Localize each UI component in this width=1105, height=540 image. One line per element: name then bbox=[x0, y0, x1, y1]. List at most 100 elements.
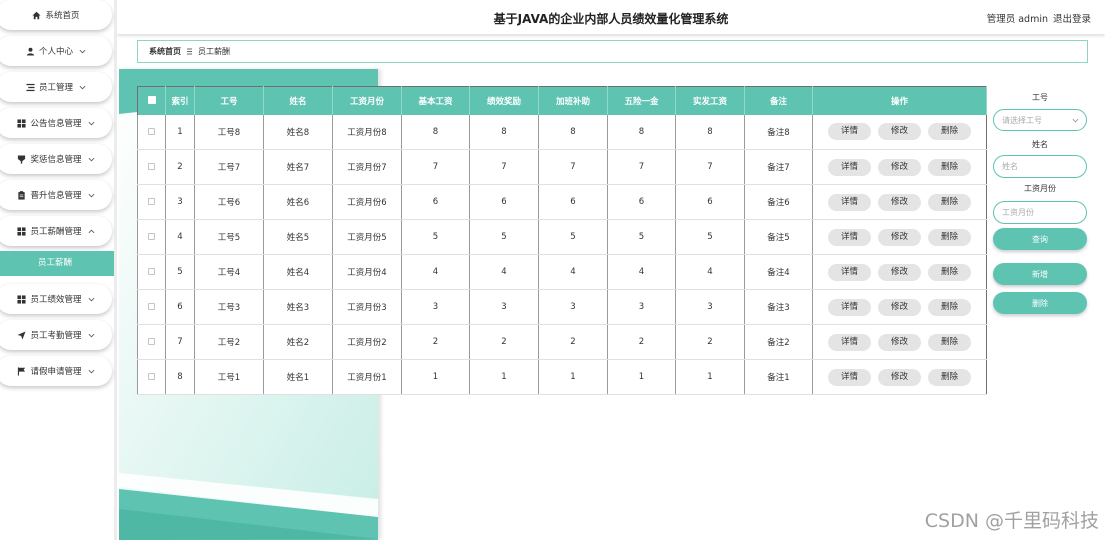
sidebar-item-profile[interactable]: 个人中心 bbox=[0, 36, 112, 66]
delete-button[interactable]: 删除 bbox=[928, 368, 971, 386]
cell-emp-no: 工号3 bbox=[194, 289, 264, 325]
delete-button[interactable]: 删除 bbox=[928, 228, 971, 246]
delete-button[interactable]: 删除 bbox=[928, 158, 971, 176]
row-checkbox[interactable] bbox=[148, 198, 155, 205]
delete-button[interactable]: 删除 bbox=[928, 333, 971, 351]
table-row: 7 工号2 姓名2 工资月份2 2 2 2 2 2 备注2 详情 修改 删除 bbox=[137, 324, 987, 360]
column-header-performance-bonus: 绩效奖励 bbox=[469, 86, 539, 115]
edit-button[interactable]: 修改 bbox=[878, 228, 921, 246]
row-checkbox[interactable] bbox=[148, 127, 155, 135]
select-all-checkbox[interactable] bbox=[147, 96, 156, 105]
edit-button[interactable]: 修改 bbox=[878, 193, 921, 211]
sidebar-item-notice[interactable]: 公告信息管理 bbox=[0, 108, 112, 138]
detail-button[interactable]: 详情 bbox=[828, 333, 871, 351]
app-root: 系统首页 个人中心 员工管理 公告信息管理 奖惩信息管理 晋升信息管理 员工薪酬管理 员工绩效… bbox=[0, 0, 1105, 540]
row-checkbox[interactable] bbox=[148, 163, 155, 170]
sidebar-item-employee[interactable]: 员工管理 bbox=[0, 72, 112, 102]
cell-name: 姓名7 bbox=[263, 149, 333, 185]
current-user-label: 管理员 admin bbox=[986, 14, 1048, 25]
sidebar-item-promotion[interactable]: 晋升信息管理 bbox=[0, 180, 112, 210]
breadcrumb-current: 员工薪酬 bbox=[198, 47, 230, 56]
delete-button[interactable]: 删除 bbox=[928, 263, 971, 281]
cell-name: 姓名4 bbox=[263, 254, 333, 290]
cell-net-salary: 4 bbox=[675, 254, 745, 290]
table-row: 2 工号7 姓名7 工资月份7 7 7 7 7 7 备注7 详情 修改 删除 bbox=[137, 149, 987, 185]
sidebar-item-reward-punish[interactable]: 奖惩信息管理 bbox=[0, 144, 112, 174]
watermark: CSDN @千里码科技 bbox=[924, 510, 1099, 532]
edit-button[interactable]: 修改 bbox=[878, 158, 921, 176]
row-select-cell bbox=[137, 359, 166, 395]
month-filter-label: 工资月份 bbox=[1024, 184, 1056, 193]
sidebar-item-leave[interactable]: 请假申请管理 bbox=[0, 356, 112, 386]
salary-month-input[interactable] bbox=[993, 201, 1087, 224]
cell-insurance-fund: 5 bbox=[607, 219, 676, 255]
table-row: 5 工号4 姓名4 工资月份4 4 4 4 4 4 备注4 详情 修改 删除 bbox=[137, 254, 987, 290]
row-actions-cell: 详情 修改 删除 bbox=[812, 254, 987, 290]
sidebar-item-label: 晋升信息管理 bbox=[30, 191, 82, 201]
row-checkbox[interactable] bbox=[148, 373, 155, 380]
delete-button[interactable]: 删除 bbox=[928, 123, 971, 141]
detail-button[interactable]: 详情 bbox=[828, 193, 871, 211]
emp-no-select-placeholder: 请选择工号 bbox=[1002, 115, 1042, 125]
detail-button[interactable]: 详情 bbox=[828, 123, 871, 141]
breadcrumb: 系统首页 员工薪酬 bbox=[137, 40, 1088, 63]
cell-emp-no: 工号5 bbox=[194, 219, 264, 255]
row-select-cell bbox=[137, 114, 166, 150]
cell-emp-no: 工号1 bbox=[194, 359, 264, 395]
column-header-name: 姓名 bbox=[263, 86, 333, 115]
clipboard-icon bbox=[17, 190, 26, 200]
row-checkbox[interactable] bbox=[148, 303, 155, 310]
name-input[interactable] bbox=[993, 155, 1087, 178]
detail-button[interactable]: 详情 bbox=[828, 298, 871, 316]
delete-button[interactable]: 删除 bbox=[928, 193, 971, 211]
sidebar-item-performance[interactable]: 员工绩效管理 bbox=[0, 284, 112, 314]
cell-net-salary: 3 bbox=[675, 289, 745, 325]
detail-button[interactable]: 详情 bbox=[828, 158, 871, 176]
emp-no-select[interactable]: 请选择工号 bbox=[993, 109, 1087, 131]
sidebar-subitem-employee-salary[interactable]: 员工薪酬 bbox=[0, 251, 114, 276]
row-checkbox[interactable] bbox=[148, 338, 155, 345]
cell-performance-bonus: 8 bbox=[469, 114, 539, 150]
table-header-row: 索引 工号 姓名 工资月份 基本工资 绩效奖励 加班补助 五险一金 实发工资 备… bbox=[137, 86, 987, 115]
cell-base-salary: 7 bbox=[401, 149, 470, 185]
cell-insurance-fund: 2 bbox=[607, 324, 676, 360]
detail-button[interactable]: 详情 bbox=[828, 263, 871, 281]
detail-button[interactable]: 详情 bbox=[828, 228, 871, 246]
query-button[interactable]: 查询 bbox=[993, 228, 1087, 250]
edit-button[interactable]: 修改 bbox=[878, 333, 921, 351]
cell-note: 备注2 bbox=[744, 324, 813, 360]
edit-button[interactable]: 修改 bbox=[878, 123, 921, 141]
row-checkbox[interactable] bbox=[148, 233, 155, 240]
cell-performance-bonus: 2 bbox=[469, 324, 539, 360]
sidebar-item-home[interactable]: 系统首页 bbox=[0, 0, 112, 30]
breadcrumb-home-link[interactable]: 系统首页 bbox=[149, 46, 181, 57]
sidebar-item-attendance[interactable]: 员工考勤管理 bbox=[0, 320, 112, 350]
sidebar-item-label: 请假申请管理 bbox=[30, 367, 82, 377]
salary-table: 索引 工号 姓名 工资月份 基本工资 绩效奖励 加班补助 五险一金 实发工资 备… bbox=[137, 86, 987, 395]
column-header-overtime-allowance: 加班补助 bbox=[538, 86, 608, 115]
add-button[interactable]: 新增 bbox=[993, 263, 1087, 285]
row-checkbox[interactable] bbox=[148, 268, 155, 275]
batch-delete-button[interactable]: 删除 bbox=[993, 292, 1087, 314]
cell-index: 1 bbox=[165, 114, 195, 150]
user-icon bbox=[26, 47, 35, 56]
row-actions-cell: 详情 修改 删除 bbox=[812, 219, 987, 255]
cell-net-salary: 7 bbox=[675, 149, 745, 185]
sidebar-item-salary[interactable]: 员工薪酬管理 bbox=[0, 216, 112, 246]
cell-note: 备注1 bbox=[744, 359, 813, 395]
table-row: 4 工号5 姓名5 工资月份5 5 5 5 5 5 备注5 详情 修改 删除 bbox=[137, 219, 987, 255]
cell-performance-bonus: 7 bbox=[469, 149, 539, 185]
row-select-cell bbox=[137, 289, 166, 325]
edit-button[interactable]: 修改 bbox=[878, 298, 921, 316]
detail-button[interactable]: 详情 bbox=[828, 368, 871, 386]
cell-insurance-fund: 6 bbox=[607, 184, 676, 220]
delete-button[interactable]: 删除 bbox=[928, 298, 971, 316]
row-select-cell bbox=[137, 219, 166, 255]
badge-icon bbox=[17, 154, 26, 164]
chevron-down-icon bbox=[88, 333, 95, 338]
column-header-index: 索引 bbox=[165, 86, 195, 115]
edit-button[interactable]: 修改 bbox=[878, 368, 921, 386]
edit-button[interactable]: 修改 bbox=[878, 263, 921, 281]
logout-link[interactable]: 退出登录 bbox=[1053, 11, 1091, 25]
cell-base-salary: 2 bbox=[401, 324, 470, 360]
